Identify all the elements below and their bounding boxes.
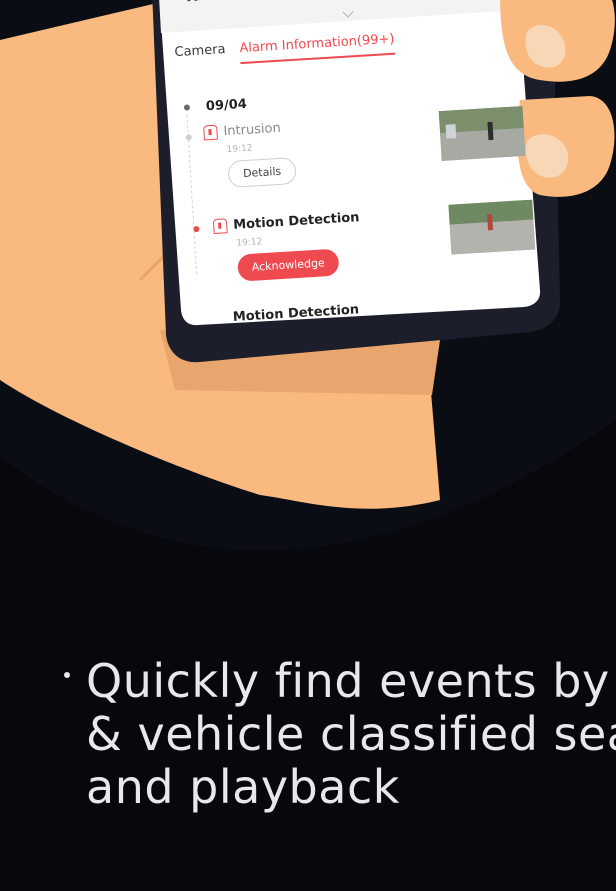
- alarm-event-item[interactable]: Motion Detection 19:12 Acknowledge: [212, 210, 363, 283]
- details-button[interactable]: Details: [227, 156, 297, 189]
- pause-icon[interactable]: [178, 0, 205, 5]
- alarm-event-item[interactable]: Intrusion 19:12 Details: [203, 120, 297, 189]
- alarm-event-title: Motion Detection: [232, 210, 360, 233]
- acknowledge-button[interactable]: Acknowledge: [237, 248, 340, 282]
- promo-line: Quickly find events by: [86, 654, 610, 708]
- tab-camera[interactable]: Camera: [174, 42, 226, 68]
- timeline-dot-active: [193, 225, 200, 233]
- bullet-point: [64, 672, 70, 678]
- timeline-dot: [185, 134, 192, 141]
- timeline-dot: [183, 104, 191, 111]
- player-toolbar: [158, 0, 557, 14]
- alarm-event-time: 19:12: [226, 143, 253, 156]
- alarm-bell-icon: [212, 218, 228, 235]
- promo-line: and playback: [86, 760, 400, 814]
- tab-alarm-information[interactable]: Alarm Information(99+): [239, 31, 396, 65]
- alarm-bell-icon: [203, 124, 218, 141]
- alarm-event-time: 19:12: [236, 237, 263, 249]
- event-snapshot-thumbnail[interactable]: [438, 105, 526, 162]
- promo-caption: Quickly find events by & vehicle classif…: [86, 655, 616, 814]
- promo-line: & vehicle classified sea: [86, 707, 616, 761]
- tab-bar: Camera Alarm Information(99+): [174, 31, 396, 68]
- alarm-date: 09/04: [205, 96, 248, 115]
- event-snapshot-thumbnail[interactable]: [448, 199, 536, 255]
- collapse-chevron-icon[interactable]: [342, 6, 354, 18]
- alarm-event-title: Intrusion: [223, 120, 282, 140]
- phone-screen-content: Camera Alarm Information(99+) 09/04 Intr…: [158, 0, 557, 325]
